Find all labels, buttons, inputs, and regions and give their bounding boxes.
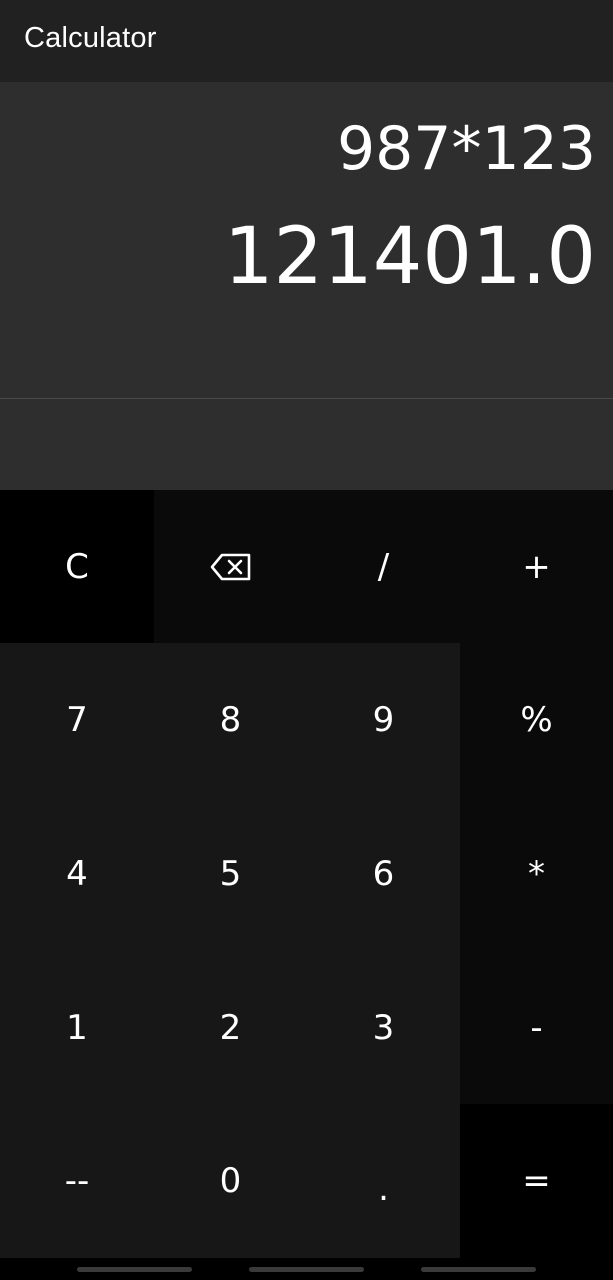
digit-2-label: 2 (219, 1007, 242, 1048)
nav-pill-right[interactable] (421, 1267, 536, 1272)
keypad: C / + 7 8 9 % 4 5 6 * 1 2 3 - -- 0 . = (0, 490, 613, 1258)
nav-pill-left[interactable] (77, 1267, 192, 1272)
app-title: Calculator (24, 21, 157, 54)
digit-1-label: 1 (66, 1007, 88, 1048)
digit-6-button[interactable]: 6 (307, 797, 460, 951)
digit-2-button[interactable]: 2 (154, 951, 307, 1104)
divide-label: / (377, 546, 390, 587)
negate-label: -- (64, 1161, 90, 1201)
digit-4-button[interactable]: 4 (0, 797, 154, 951)
display-divider (0, 398, 613, 399)
decimal-button[interactable]: . (307, 1104, 460, 1258)
digit-8-button[interactable]: 8 (154, 643, 307, 797)
digit-0-button[interactable]: 0 (154, 1104, 307, 1258)
expression-text: 987*123 (336, 114, 596, 184)
app-bar: Calculator (0, 0, 613, 82)
digit-7-label: 7 (66, 700, 88, 740)
negate-button[interactable]: -- (0, 1104, 154, 1258)
digit-9-label: 9 (372, 700, 395, 740)
clear-label: C (65, 546, 89, 587)
digit-1-button[interactable]: 1 (0, 951, 154, 1104)
plus-label: + (522, 546, 551, 587)
minus-label: - (530, 1007, 543, 1048)
decimal-label: . (378, 1169, 389, 1209)
backspace-icon (210, 553, 252, 581)
equals-button[interactable]: = (460, 1104, 613, 1258)
result-text: 121401.0 (223, 212, 596, 302)
multiply-button[interactable]: * (460, 797, 613, 951)
percent-label: % (520, 700, 553, 740)
digit-0-label: 0 (219, 1161, 242, 1201)
multiply-label: * (528, 854, 545, 894)
digit-5-button[interactable]: 5 (154, 797, 307, 951)
plus-button[interactable]: + (460, 490, 613, 643)
digit-3-label: 3 (372, 1007, 395, 1048)
digit-3-button[interactable]: 3 (307, 951, 460, 1104)
digit-4-label: 4 (66, 854, 88, 894)
divide-button[interactable]: / (307, 490, 460, 643)
digit-5-label: 5 (219, 854, 242, 894)
clear-button[interactable]: C (0, 490, 154, 643)
backspace-button[interactable] (154, 490, 307, 643)
digit-6-label: 6 (372, 854, 395, 894)
percent-button[interactable]: % (460, 643, 613, 797)
digit-7-button[interactable]: 7 (0, 643, 154, 797)
calculator-display: 987*123 121401.0 (0, 82, 613, 490)
digit-8-label: 8 (219, 700, 242, 740)
minus-button[interactable]: - (460, 951, 613, 1104)
digit-9-button[interactable]: 9 (307, 643, 460, 797)
system-nav-bar (0, 1258, 613, 1280)
equals-label: = (522, 1161, 551, 1201)
nav-pill-center[interactable] (249, 1267, 364, 1272)
